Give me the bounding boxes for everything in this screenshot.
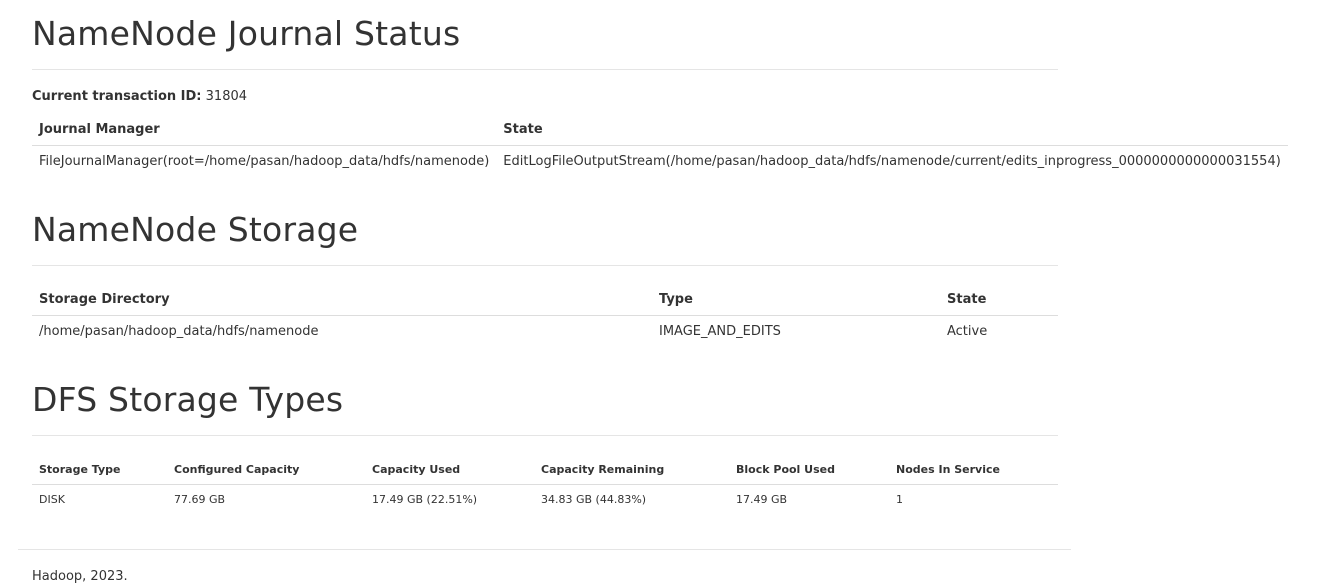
txid-value: 31804	[205, 89, 248, 104]
txid-label: Current transaction ID:	[32, 89, 202, 104]
table-row: DISK 77.69 GB 17.49 GB (22.51%) 34.83 GB…	[32, 485, 1058, 514]
journal-table: Journal Manager State FileJournalManager…	[32, 114, 1288, 177]
storage-directory-cell: /home/pasan/hadoop_data/hdfs/namenode	[39, 324, 319, 339]
column-header-block-pool-used: Block Pool Used	[729, 454, 889, 485]
storage-state-cell: Active	[947, 324, 988, 339]
nodes-in-service-cell: 1	[896, 492, 903, 506]
column-header-capacity-used: Capacity Used	[365, 454, 534, 485]
configured-capacity-cell: 77.69 GB	[174, 492, 226, 506]
column-header-journal-manager: Journal Manager	[32, 114, 497, 146]
capacity-used-cell: 17.49 GB (22.51%)	[372, 492, 478, 506]
table-row: FileJournalManager(root=/home/pasan/hado…	[32, 146, 1288, 178]
table-header-row: Journal Manager State	[32, 114, 1288, 146]
journal-divider	[32, 69, 1058, 70]
journal-status-heading: NameNode Journal Status	[32, 14, 461, 53]
block-pool-used-cell: 17.49 GB	[736, 492, 788, 506]
namenode-storage-heading: NameNode Storage	[32, 210, 359, 249]
column-header-storage-type: Storage Type	[32, 454, 167, 485]
column-header-storage-directory: Storage Directory	[32, 284, 652, 316]
dfs-storage-types-table: Storage Type Configured Capacity Capacit…	[32, 454, 1058, 513]
footer-divider	[18, 549, 1071, 550]
table-header-row: Storage Type Configured Capacity Capacit…	[32, 454, 1058, 485]
column-header-capacity-remaining: Capacity Remaining	[534, 454, 729, 485]
storage-divider	[32, 265, 1058, 266]
table-row: /home/pasan/hadoop_data/hdfs/namenode IM…	[32, 316, 1058, 348]
dfs-storage-types-heading: DFS Storage Types	[32, 380, 344, 419]
column-header-type: Type	[652, 284, 940, 316]
capacity-remaining-cell: 34.83 GB (44.83%)	[541, 492, 647, 506]
footer-text: Hadoop, 2023.	[32, 569, 128, 584]
journal-manager-cell: FileJournalManager(root=/home/pasan/hado…	[39, 154, 490, 169]
dfs-divider	[32, 435, 1058, 436]
storage-type-cell: IMAGE_AND_EDITS	[659, 324, 781, 339]
current-transaction-id: Current transaction ID: 31804	[32, 89, 247, 104]
column-header-state: State	[940, 284, 1058, 316]
storage-table: Storage Directory Type State /home/pasan…	[32, 284, 1058, 347]
column-header-nodes-in-service: Nodes In Service	[889, 454, 1058, 485]
column-header-state: State	[496, 114, 1288, 146]
journal-state-cell: EditLogFileOutputStream(/home/pasan/hado…	[503, 154, 1281, 169]
column-header-configured-capacity: Configured Capacity	[167, 454, 365, 485]
storage-type-cell: DISK	[39, 492, 65, 506]
table-header-row: Storage Directory Type State	[32, 284, 1058, 316]
